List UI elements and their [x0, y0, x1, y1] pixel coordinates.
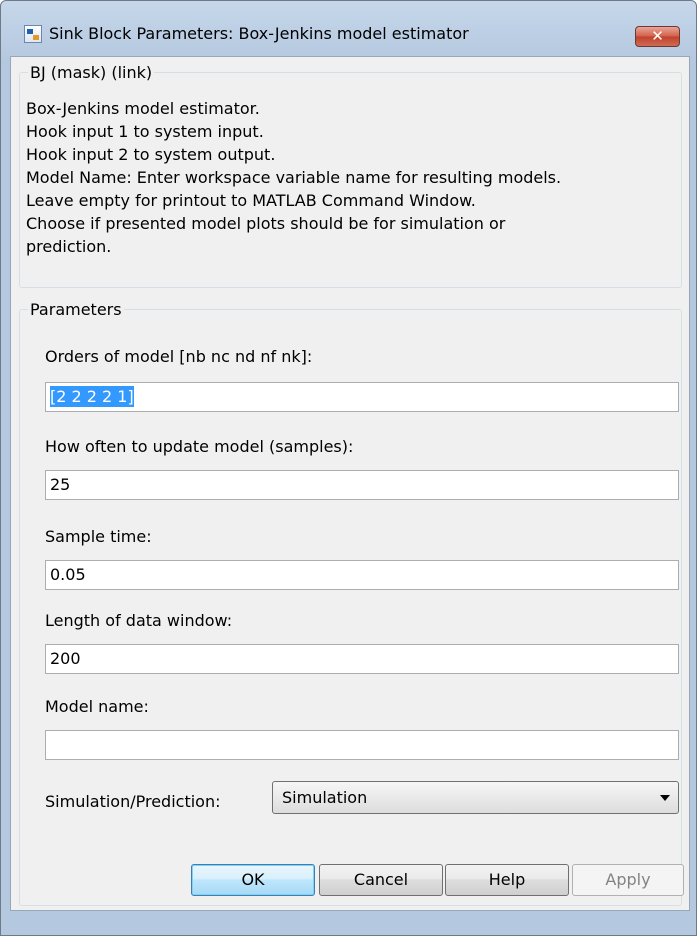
close-button[interactable]: ✕: [635, 26, 680, 47]
orders-label: Orders of model [nb nc nd nf nk]:: [45, 347, 313, 366]
update-label: How often to update model (samples):: [45, 437, 354, 456]
help-button[interactable]: Help: [445, 864, 569, 896]
description-text: Box-Jenkins model estimator. Hook input …: [26, 97, 676, 258]
mode-select-value: Simulation: [282, 788, 368, 807]
parameters-legend: Parameters: [30, 300, 122, 319]
mode-select[interactable]: Simulation: [272, 781, 679, 814]
dialog-client-area: BJ (mask) (link) Box-Jenkins model estim…: [10, 56, 690, 911]
orders-value: [2 2 2 2 1]: [50, 386, 134, 407]
model-name-label: Model name:: [45, 697, 149, 716]
simulink-block-icon[interactable]: [24, 25, 42, 43]
window-length-field[interactable]: 200: [45, 644, 679, 674]
ok-button[interactable]: OK: [191, 864, 315, 896]
chevron-down-icon: [660, 795, 670, 801]
title-bar[interactable]: Sink Block Parameters: Box-Jenkins model…: [1, 1, 696, 57]
dialog-window: Sink Block Parameters: Box-Jenkins model…: [0, 0, 697, 936]
mode-label: Simulation/Prediction:: [45, 792, 221, 811]
model-name-field[interactable]: [45, 730, 679, 760]
description-line: Model Name: Enter workspace variable nam…: [26, 168, 562, 187]
apply-button[interactable]: Apply: [572, 864, 684, 896]
sample-time-label: Sample time:: [45, 527, 152, 546]
description-line: Leave empty for printout to MATLAB Comma…: [26, 191, 476, 210]
window-title: Sink Block Parameters: Box-Jenkins model…: [49, 24, 469, 43]
description-legend: BJ (mask) (link): [30, 63, 153, 82]
update-field[interactable]: 25: [45, 470, 679, 500]
window-length-label: Length of data window:: [45, 611, 233, 630]
close-icon: ✕: [651, 27, 664, 45]
description-line: Hook input 1 to system input.: [26, 122, 264, 141]
sample-time-field[interactable]: 0.05: [45, 560, 679, 590]
orders-field[interactable]: [2 2 2 2 1]: [45, 382, 679, 412]
description-line: Box-Jenkins model estimator.: [26, 99, 260, 118]
description-line: Choose if presented model plots should b…: [26, 214, 506, 256]
description-line: Hook input 2 to system output.: [26, 145, 276, 164]
cancel-button[interactable]: Cancel: [319, 864, 443, 896]
